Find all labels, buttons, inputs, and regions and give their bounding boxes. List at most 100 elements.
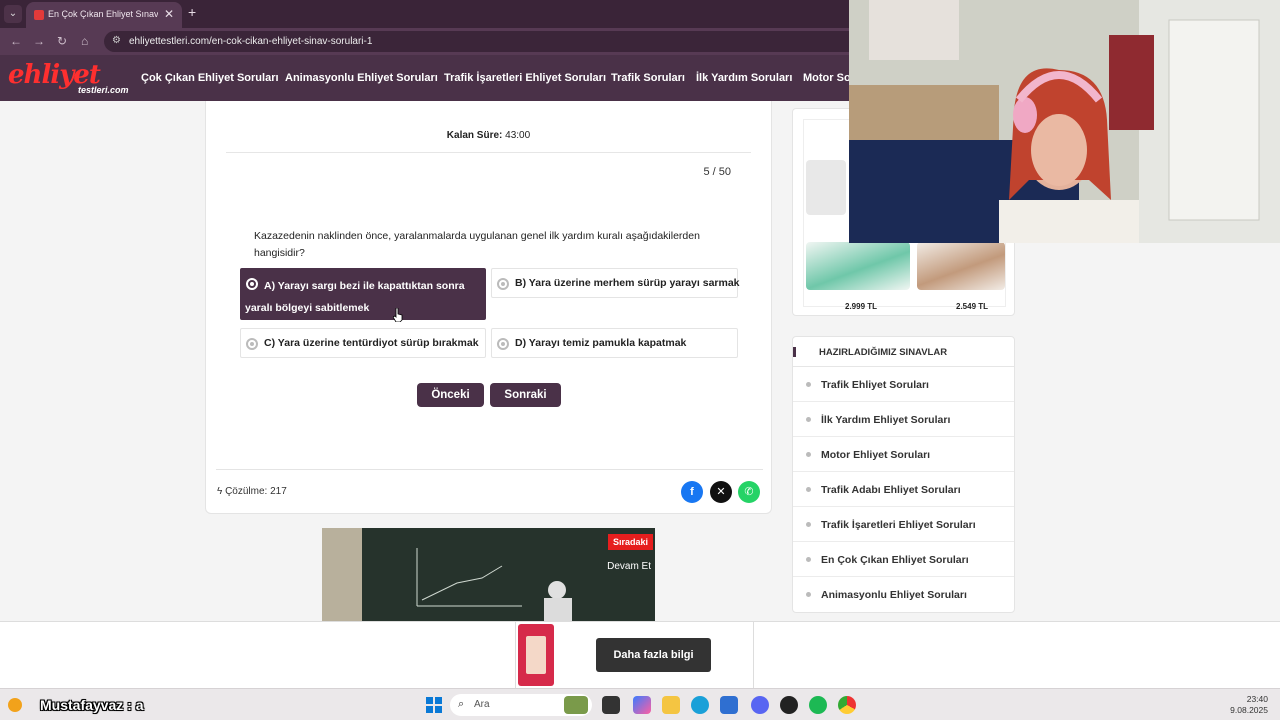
clock-time: 23:40 xyxy=(1246,694,1268,704)
exam-link[interactable]: Trafik İşaretleri Ehliyet Soruları xyxy=(793,507,1014,542)
spotify-icon[interactable] xyxy=(809,696,827,714)
taskbar-clock[interactable]: 23:40 9.08.2025 xyxy=(1230,694,1268,716)
option-b[interactable]: B) Yara üzerine merhem sürüp yarayı sarm… xyxy=(491,268,740,298)
bullet-icon xyxy=(806,417,811,422)
option-c[interactable]: C) Yara üzerine tentürdiyot sürüp bırakm… xyxy=(240,328,486,358)
copilot-icon[interactable] xyxy=(633,696,651,714)
solve-count: ϟ Çözülme: 217 xyxy=(217,486,287,497)
chalkboard-image xyxy=(322,528,655,621)
file-explorer-icon[interactable] xyxy=(662,696,680,714)
x-share-icon[interactable]: ✕ xyxy=(710,481,732,503)
option-c-label: C) Yara üzerine tentürdiyot sürüp bırakm… xyxy=(264,337,479,349)
previous-button[interactable]: Önceki xyxy=(417,383,484,407)
exam-link[interactable]: Trafik Ehliyet Soruları xyxy=(793,367,1014,402)
price-label: 2.999 TL xyxy=(845,302,878,311)
edge-icon[interactable] xyxy=(691,696,709,714)
bullet-icon xyxy=(806,382,811,387)
chrome-icon[interactable] xyxy=(838,696,856,714)
discord-icon[interactable] xyxy=(751,696,769,714)
task-view-icon[interactable] xyxy=(602,696,620,714)
shoe-image[interactable] xyxy=(917,242,1005,290)
tab-list-dropdown[interactable]: ⌄ xyxy=(4,5,22,23)
exam-link-label: Trafik Ehliyet Soruları xyxy=(821,379,929,391)
exam-link[interactable]: Motor Ehliyet Soruları xyxy=(793,437,1014,472)
widgets-icon[interactable] xyxy=(564,696,588,714)
bullet-icon xyxy=(806,557,811,562)
url-field[interactable]: ⚙ ehliyettestleri.com/en-cok-cikan-ehliy… xyxy=(104,31,864,52)
video-player[interactable]: Sıradaki Devam Et xyxy=(322,528,655,621)
exam-link-label: Trafik İşaretleri Ehliyet Soruları xyxy=(821,519,976,531)
site-logo[interactable]: ehliyet testleri.com xyxy=(8,60,129,95)
nav-item-motor[interactable]: Motor Sor xyxy=(803,72,855,84)
exam-link[interactable]: Animasyonlu Ehliyet Soruları xyxy=(793,577,1014,612)
shoe-image[interactable] xyxy=(806,160,846,215)
obs-icon[interactable] xyxy=(780,696,798,714)
tab-close-icon[interactable]: ✕ xyxy=(164,7,174,21)
windows-taskbar: Mustafayvaz : a ⌕ Ara 23:40 9.08.2025 xyxy=(0,688,1280,720)
header-accent-bar xyxy=(793,347,796,357)
browser-tab[interactable]: En Çok Çıkan Ehliyet Sınav Sorul ✕ xyxy=(26,2,182,28)
option-d-label: D) Yarayı temiz pamukla kapatmak xyxy=(515,337,687,349)
bullet-icon xyxy=(806,487,811,492)
bottom-ad-banner: Daha fazla bilgi xyxy=(0,621,1280,689)
weather-icon[interactable] xyxy=(4,694,26,716)
whatsapp-share-icon[interactable]: ✆ xyxy=(738,481,760,503)
option-b-label: B) Yara üzerine merhem sürüp yarayı sarm… xyxy=(515,277,740,289)
bullet-icon xyxy=(806,522,811,527)
logo-sub-text: testleri.com xyxy=(78,85,129,95)
bullet-icon xyxy=(806,452,811,457)
exam-link-label: Motor Ehliyet Soruları xyxy=(821,449,931,461)
option-a-label: A) Yarayı sargı bezi ile kapattıktan son… xyxy=(245,280,465,314)
hand-cursor-icon xyxy=(393,308,403,322)
option-d[interactable]: D) Yarayı temiz pamukla kapatmak xyxy=(491,328,738,358)
store-icon[interactable] xyxy=(720,696,738,714)
bullet-icon xyxy=(806,592,811,597)
reload-icon[interactable]: ↻ xyxy=(57,34,67,48)
nav-item-ilk-yardim[interactable]: İlk Yardım Soruları xyxy=(696,72,792,84)
timer: Kalan Süre: 43:00 xyxy=(226,123,751,153)
shoe-image[interactable] xyxy=(806,242,910,290)
exam-link[interactable]: Trafik Adabı Ehliyet Soruları xyxy=(793,472,1014,507)
solve-count-text: Çözülme: 217 xyxy=(225,486,287,497)
exam-link[interactable]: En Çok Çıkan Ehliyet Soruları xyxy=(793,542,1014,577)
facebook-share-icon[interactable]: f xyxy=(681,481,703,503)
start-icon[interactable] xyxy=(426,697,442,713)
quiz-card: Kalan Süre: 43:00 5 / 50 Kazazedenin nak… xyxy=(205,101,772,514)
radio-icon xyxy=(246,338,258,350)
search-icon: ⌕ xyxy=(458,698,465,710)
tab-favicon-icon xyxy=(34,10,44,20)
exams-header: HAZIRLADIĞIMIZ SINAVLAR xyxy=(793,337,1014,367)
next-button[interactable]: Sonraki xyxy=(490,383,561,407)
video-continue-label[interactable]: Devam Et xyxy=(607,561,651,572)
nav-item-trafik[interactable]: Trafik Soruları xyxy=(611,72,685,84)
nav-item-animasyonlu[interactable]: Animasyonlu Ehliyet Soruları xyxy=(285,72,438,84)
ad-frame[interactable]: Daha fazla bilgi xyxy=(515,622,754,689)
nav-item-cok-cikan[interactable]: Çok Çıkan Ehliyet Soruları xyxy=(141,72,279,84)
exam-link-label: Trafik Adabı Ehliyet Soruları xyxy=(821,484,961,496)
option-a[interactable]: A) Yarayı sargı bezi ile kapattıktan son… xyxy=(240,268,486,320)
exam-link-label: En Çok Çıkan Ehliyet Soruları xyxy=(821,554,969,566)
radio-icon xyxy=(497,338,509,350)
learn-more-button[interactable]: Daha fazla bilgi xyxy=(596,638,711,672)
ad-product-image[interactable] xyxy=(518,624,554,686)
card-divider xyxy=(216,469,763,470)
exam-link[interactable]: İlk Yardım Ehliyet Soruları xyxy=(793,402,1014,437)
timer-value: 43:00 xyxy=(505,130,531,141)
new-tab-icon[interactable]: + xyxy=(188,4,196,20)
question-counter: 5 / 50 xyxy=(703,166,731,178)
streamer-camera-image xyxy=(849,0,1280,243)
forward-icon[interactable]: → xyxy=(33,34,45,48)
site-info-icon[interactable]: ⚙ xyxy=(112,35,121,46)
price-label: 2.549 TL xyxy=(956,302,989,311)
video-next-label[interactable]: Sıradaki xyxy=(607,534,653,550)
bolt-icon: ϟ xyxy=(217,486,223,497)
url-text: ehliyettestleri.com/en-cok-cikan-ehliyet… xyxy=(129,36,373,47)
home-icon[interactable]: ⌂ xyxy=(81,34,88,48)
clock-date: 9.08.2025 xyxy=(1230,705,1268,715)
exam-link-label: Animasyonlu Ehliyet Soruları xyxy=(821,589,967,601)
back-icon[interactable]: ← xyxy=(10,34,22,48)
webcam-overlay xyxy=(849,0,1280,243)
question-text: Kazazedenin naklinden önce, yaralanmalar… xyxy=(254,230,700,259)
nav-item-trafik-isaretleri[interactable]: Trafik İşaretleri Ehliyet Soruları xyxy=(444,72,606,84)
radio-icon xyxy=(497,278,509,290)
